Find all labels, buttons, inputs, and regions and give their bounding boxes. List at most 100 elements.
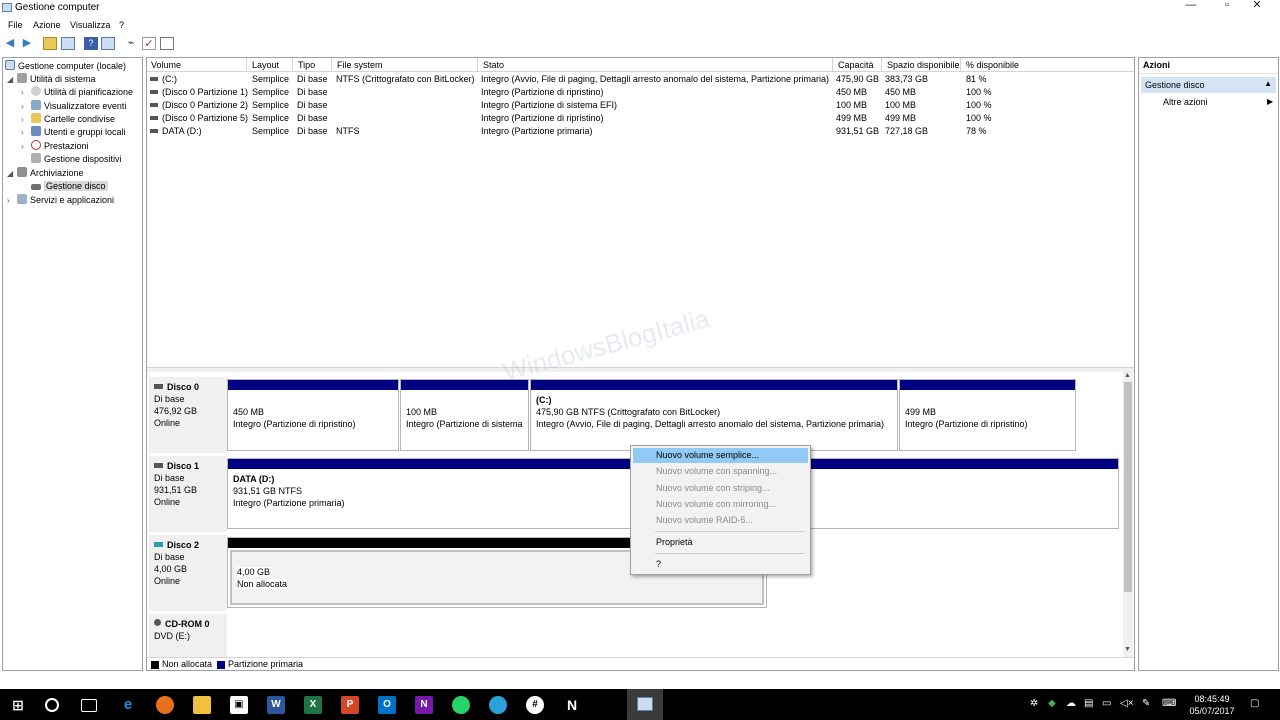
cell-capacity: 931,51 GB: [836, 126, 880, 136]
navigation-tree: Gestione computer (locale) ◢ Utilità di s…: [2, 57, 143, 671]
menu-visualizza[interactable]: Visualizza: [70, 20, 110, 30]
disk-1-label[interactable]: Disco 1 Di base 931,51 GB Online: [149, 456, 227, 532]
task-view-icon[interactable]: [81, 699, 97, 712]
column-layout[interactable]: Layout: [248, 58, 293, 72]
cdrom-0-label[interactable]: CD-ROM 0 DVD (E:): [149, 614, 227, 657]
store-icon[interactable]: ▣: [230, 696, 248, 714]
computer-management-taskbar-button[interactable]: [627, 689, 663, 720]
disk-2-label[interactable]: Disco 2 Di base 4,00 GB Online: [149, 535, 227, 611]
table-row[interactable]: (Disco 0 Partizione 1) Semplice Di base …: [147, 86, 1134, 99]
settings-tray-icon[interactable]: ✲: [1030, 698, 1038, 709]
partition-recovery-1[interactable]: 450 MB Integro (Partizione di ripristino): [227, 379, 399, 451]
forward-arrow-icon[interactable]: ▶: [20, 37, 34, 50]
menu-item-properties[interactable]: Proprietà: [633, 535, 808, 550]
table-row[interactable]: (C:) Semplice Di base NTFS (Crittografat…: [147, 73, 1134, 86]
cell-layout: Semplice: [252, 113, 290, 123]
chevron-right-icon[interactable]: ›: [21, 86, 31, 99]
whatsapp-icon[interactable]: [452, 696, 470, 714]
scroll-down-icon[interactable]: ▼: [1124, 646, 1131, 653]
notifications-icon[interactable]: ▢: [1250, 698, 1259, 709]
clock[interactable]: 08:45:49 05/07/2017: [1186, 693, 1238, 717]
chevron-right-icon[interactable]: ›: [21, 126, 31, 139]
volume-icon[interactable]: ◁×: [1120, 698, 1134, 709]
keyboard-icon[interactable]: ⌨: [1162, 698, 1176, 709]
chevron-right-icon[interactable]: ›: [21, 113, 31, 126]
excel-icon[interactable]: X: [304, 696, 322, 714]
telegram-icon[interactable]: [489, 696, 507, 714]
partition-efi[interactable]: 100 MB Integro (Partizione di sistema: [400, 379, 529, 451]
menu-item-new-simple-volume[interactable]: Nuovo volume semplice...: [633, 448, 808, 463]
file-explorer-icon[interactable]: [193, 696, 211, 714]
actions-section-disk-management[interactable]: Gestione disco ▲: [1141, 77, 1276, 93]
tree-item-event-viewer[interactable]: › Visualizzatore eventi: [21, 100, 126, 113]
table-row[interactable]: DATA (D:) Semplice Di base NTFS Integro …: [147, 125, 1134, 138]
menu-azione[interactable]: Azione: [33, 20, 61, 30]
tree-item-system-tools[interactable]: ◢ Utilità di sistema: [7, 73, 96, 86]
column-volume[interactable]: Volume: [147, 58, 247, 72]
windows-start-icon[interactable]: ⊞: [9, 696, 27, 714]
menu-help[interactable]: ?: [119, 20, 124, 30]
partition-c[interactable]: (C:) 475,90 GB NTFS (Crittografato con Bi…: [530, 379, 898, 451]
cell-status: Integro (Partizione di ripristino): [481, 87, 604, 97]
disk-view-scrollbar[interactable]: ▲ ▼: [1123, 372, 1133, 657]
scrollbar-thumb[interactable]: [1124, 382, 1132, 592]
shield-tray-icon[interactable]: ◆: [1048, 698, 1056, 709]
outlook-icon[interactable]: O: [378, 696, 396, 714]
menu-item-help[interactable]: ?: [633, 557, 808, 572]
chevron-right-icon[interactable]: ›: [21, 140, 31, 153]
more-actions-item[interactable]: Altre azioni: [1163, 97, 1208, 107]
cell-volume: DATA (D:): [162, 126, 202, 136]
tree-item-performance[interactable]: › Prestazioni: [21, 140, 89, 153]
help-icon[interactable]: ?: [84, 37, 98, 50]
cell-status: Integro (Partizione di sistema EFI): [481, 100, 618, 110]
table-row[interactable]: (Disco 0 Partizione 5) Semplice Di base …: [147, 112, 1134, 125]
column-percent-free[interactable]: % disponibile: [962, 58, 1134, 72]
chevron-down-icon[interactable]: ◢: [7, 73, 17, 86]
column-type[interactable]: Tipo: [294, 58, 332, 72]
edge-icon[interactable]: e: [119, 696, 137, 714]
word-icon[interactable]: W: [267, 696, 285, 714]
properties-icon[interactable]: [160, 37, 174, 50]
tree-item-device-manager[interactable]: Gestione dispositivi: [31, 153, 122, 166]
close-button[interactable]: ✕: [1234, 0, 1280, 17]
notion-icon[interactable]: N: [563, 696, 581, 714]
up-folder-icon[interactable]: [43, 37, 57, 50]
column-free-space[interactable]: Spazio disponibile: [883, 58, 961, 72]
battery-icon[interactable]: ▭: [1102, 698, 1111, 709]
tree-item-services-apps[interactable]: › Servizi e applicazioni: [7, 194, 114, 207]
network-icon[interactable]: ▤: [1084, 698, 1093, 709]
disk-0-label[interactable]: Disco 0 Di base 476,92 GB Online: [149, 377, 227, 453]
chevron-right-icon[interactable]: ›: [21, 100, 31, 113]
onedrive-icon[interactable]: ☁: [1066, 698, 1076, 709]
view-icon[interactable]: [101, 37, 115, 50]
firefox-icon[interactable]: [156, 696, 174, 714]
folder-icon: [31, 113, 41, 123]
cell-percent-free: 100 %: [966, 113, 992, 123]
menu-file[interactable]: File: [8, 20, 23, 30]
chevron-right-icon[interactable]: ›: [7, 194, 17, 207]
check-icon[interactable]: ✓: [142, 37, 156, 50]
powerpoint-icon[interactable]: P: [341, 696, 359, 714]
tree-item-task-scheduler[interactable]: › Utilità di pianificazione: [21, 86, 133, 99]
tree-item-shared-folders[interactable]: › Cartelle condivise: [21, 113, 115, 126]
chevron-down-icon[interactable]: ◢: [7, 167, 17, 180]
tree-root[interactable]: Gestione computer (locale): [5, 60, 126, 73]
tree-item-storage[interactable]: ◢ Archiviazione: [7, 167, 84, 180]
column-capacity[interactable]: Capacità: [834, 58, 882, 72]
volume-icon: [150, 129, 158, 133]
tree-item-users-groups[interactable]: › Utenti e gruppi locali: [21, 126, 126, 139]
scroll-up-icon[interactable]: ▲: [1124, 372, 1131, 379]
search-icon[interactable]: [45, 698, 59, 712]
collapse-up-icon[interactable]: ▲: [1264, 79, 1272, 88]
column-status[interactable]: Stato: [479, 58, 833, 72]
tree-item-disk-management[interactable]: Gestione disco: [31, 180, 108, 193]
partition-recovery-5[interactable]: 499 MB Integro (Partizione di ripristino): [899, 379, 1076, 451]
connect-icon[interactable]: ⌁: [124, 37, 138, 50]
column-file-system[interactable]: File system: [333, 58, 478, 72]
back-arrow-icon[interactable]: ◀: [3, 37, 17, 50]
show-tree-icon[interactable]: [61, 37, 75, 50]
table-row[interactable]: (Disco 0 Partizione 2) Semplice Di base …: [147, 99, 1134, 112]
slack-icon[interactable]: #: [526, 696, 544, 714]
pen-icon[interactable]: ✎: [1142, 698, 1150, 709]
onenote-icon[interactable]: N: [415, 696, 433, 714]
